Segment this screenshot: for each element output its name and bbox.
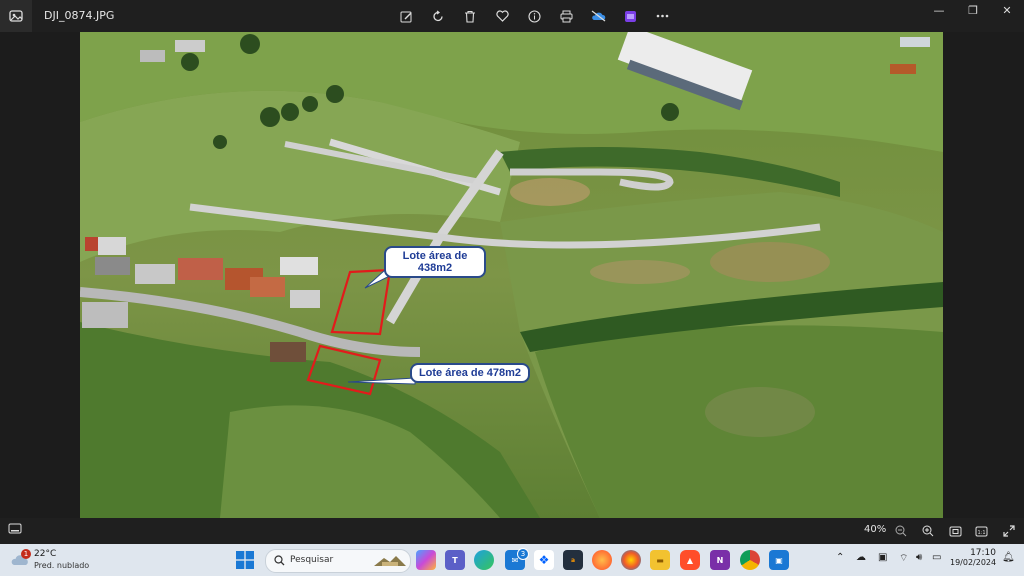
file-name: DJI_0874.JPG [44, 9, 115, 22]
file-explorer-app-icon[interactable]: ▬ [650, 550, 670, 570]
rotate-icon[interactable] [427, 6, 449, 26]
delete-icon[interactable] [459, 6, 481, 26]
notification-bell-icon[interactable]: 🔔︎ [1002, 552, 1015, 563]
cloud-sync-icon[interactable]: ☁ [856, 552, 866, 563]
chevron-up-icon[interactable]: ⌃ [836, 552, 844, 563]
clock-time: 17:10 [970, 548, 996, 558]
zoom-out-icon[interactable] [892, 522, 910, 540]
clock[interactable]: 17:10 19/02/2024 [950, 548, 996, 567]
search-highlight-icon [374, 556, 406, 566]
edge-app-icon[interactable] [474, 550, 494, 570]
wifi-icon[interactable]: ⌔ [899, 552, 908, 565]
lot-478-callout: Lote área de 478m2 [410, 363, 530, 383]
photo-viewer: Lote área de 438m2 Lote área de 478m2 [0, 32, 1024, 518]
photos-app-icon[interactable] [0, 0, 32, 32]
clipchamp-icon[interactable] [619, 6, 641, 26]
actual-size-icon[interactable]: 1:1 [972, 522, 990, 540]
teams-app-icon[interactable]: T [445, 550, 465, 570]
fit-to-window-icon[interactable] [946, 522, 964, 540]
photos-taskbar-icon[interactable]: ▣ [769, 550, 789, 570]
cloud-off-icon[interactable] [587, 6, 609, 26]
weather-temp: 22°C [34, 549, 57, 559]
brave-app-icon[interactable]: ▲ [680, 550, 700, 570]
svg-text:1:1: 1:1 [977, 530, 985, 536]
favorite-icon[interactable] [491, 6, 513, 26]
chrome-canary-app-icon[interactable] [621, 550, 641, 570]
close-button[interactable]: ✕ [990, 0, 1024, 20]
info-icon[interactable] [523, 6, 545, 26]
dropbox-app-icon[interactable]: ❖ [534, 550, 554, 570]
windows-logo-icon [236, 551, 254, 569]
chrome-app-icon[interactable] [740, 550, 760, 570]
zoom-in-icon[interactable] [919, 522, 937, 540]
app-tray-icon[interactable]: ▣ [878, 552, 887, 563]
search-icon [274, 555, 285, 566]
onenote-app-icon[interactable]: N [710, 550, 730, 570]
lot-438-label-line1: Lote área de [402, 250, 468, 262]
filmstrip-icon[interactable] [8, 523, 22, 537]
taskbar: 1 22°C Pred. nublado Pesquisar T ✉ 3 ❖ a… [0, 544, 1024, 576]
clock-date: 19/02/2024 [950, 558, 997, 567]
viewer-bottom-bar: 40% 1:1 [0, 518, 1024, 544]
edit-icon[interactable] [395, 6, 417, 26]
mail-badge: 3 [517, 548, 529, 560]
firefox-app-icon[interactable] [592, 550, 612, 570]
photo-toolbar [395, 6, 673, 26]
lot-438-callout: Lote área de 438m2 [384, 246, 486, 278]
lot-478-label: Lote área de 478m2 [418, 367, 522, 379]
volume-icon[interactable]: 🔊︎ [916, 552, 922, 563]
start-button[interactable] [236, 551, 254, 569]
zoom-level: 40% [864, 524, 887, 535]
weather-desc: Pred. nublado [34, 561, 90, 570]
search-input[interactable]: Pesquisar [265, 549, 411, 573]
minimize-button[interactable]: — [922, 0, 956, 20]
fullscreen-icon[interactable] [1000, 522, 1018, 540]
aerial-photo[interactable]: Lote área de 438m2 Lote área de 478m2 [80, 32, 943, 518]
battery-icon[interactable]: ▭ [932, 552, 941, 563]
maximize-button[interactable]: ❐ [956, 0, 990, 20]
aerial-landscape [80, 32, 943, 518]
weather-badge: 1 [21, 549, 31, 559]
amazon-app-icon[interactable]: a [563, 550, 583, 570]
more-icon[interactable] [651, 6, 673, 26]
copilot-app-icon[interactable] [416, 550, 436, 570]
search-placeholder: Pesquisar [290, 555, 334, 565]
weather-widget[interactable]: 1 22°C Pred. nublado [10, 548, 100, 574]
title-bar: DJI_0874.JPG — ❐ ✕ [0, 0, 1024, 32]
lot-438-label-line2: 438m2 [417, 262, 453, 274]
print-icon[interactable] [555, 6, 577, 26]
